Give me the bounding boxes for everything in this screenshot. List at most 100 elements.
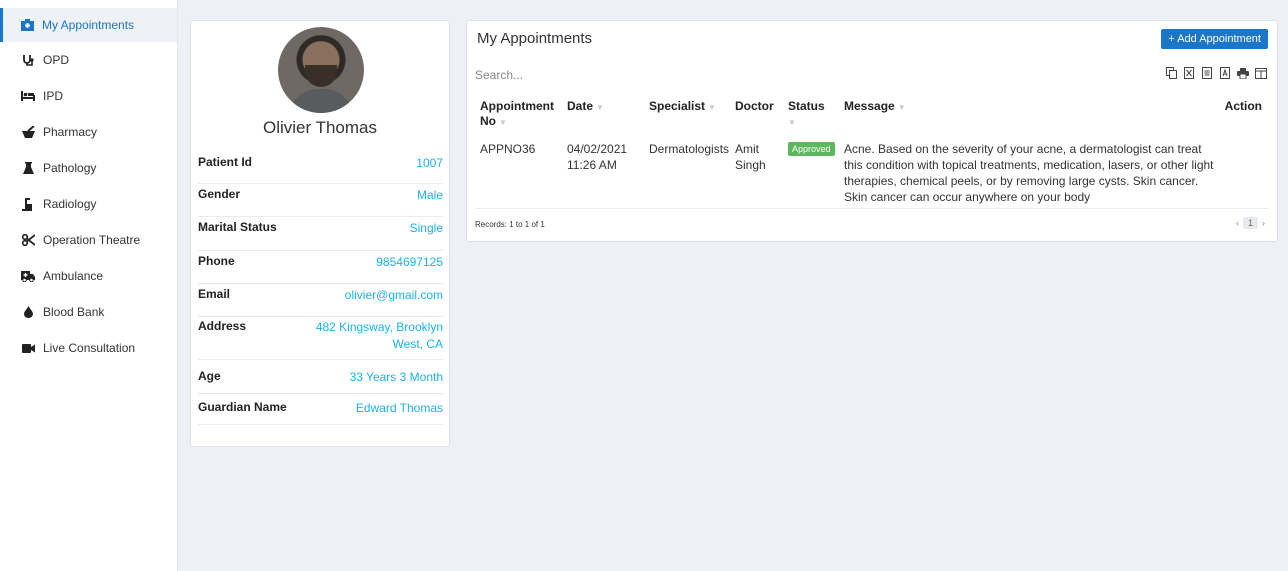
sidebar-item-pathology[interactable]: Pathology: [0, 150, 177, 186]
patient-profile-card: Olivier Thomas Patient Id 1007 Gender Ma…: [190, 20, 450, 447]
sidebar-item-label: Blood Bank: [43, 305, 105, 319]
field-value: 33 Years 3 Month: [349, 370, 443, 384]
records-info: Records: 1 to 1 of 1: [475, 220, 545, 229]
sidebar-item-live-consultation[interactable]: Live Consultation: [0, 330, 177, 366]
profile-row-phone: Phone 9854697125: [198, 251, 443, 284]
sort-icon: ▼: [499, 118, 507, 127]
cell-doctor: Amit Singh: [735, 142, 766, 172]
field-label: Address: [198, 319, 247, 333]
field-value: 9854697125: [376, 255, 443, 269]
field-label: Guardian Name: [198, 400, 287, 414]
profile-row-address: Address 482 Kingsway, Brooklyn West, CA: [198, 317, 443, 360]
field-value: 1007: [416, 156, 443, 170]
ambulance-icon: [21, 269, 35, 283]
patient-name: Olivier Thomas: [263, 118, 377, 137]
csv-icon[interactable]: [1201, 66, 1213, 80]
profile-row-email: Email olivier@gmail.com: [198, 284, 443, 317]
sort-icon: ▼: [596, 103, 604, 112]
xray-icon: [21, 197, 35, 211]
sidebar-item-ipd[interactable]: IPD: [0, 78, 177, 114]
column-label: Action: [1224, 99, 1262, 113]
copy-icon[interactable]: [1165, 66, 1177, 80]
bed-icon: [21, 89, 35, 103]
profile-row-age: Age 33 Years 3 Month: [198, 360, 443, 394]
column-header-message[interactable]: Message ▼: [844, 99, 906, 115]
column-header-doctor: Doctor: [735, 99, 774, 114]
mortar-pestle-icon: [21, 125, 35, 139]
stethoscope-icon: [21, 53, 35, 67]
sort-icon: ▼: [788, 118, 796, 127]
column-header-action: Action: [1225, 99, 1262, 114]
appointments-panel: My Appointments + Add Appointment Appoin…: [466, 20, 1278, 242]
pagination: ‹ 1 ›: [1236, 217, 1265, 229]
sidebar-item-label: Live Consultation: [43, 341, 136, 355]
pdf-icon[interactable]: [1219, 66, 1231, 80]
field-label: Email: [198, 287, 231, 301]
column-label: Specialist: [649, 99, 706, 113]
status-badge: Approved: [788, 142, 835, 156]
sidebar-item-opd[interactable]: OPD: [0, 42, 177, 78]
sidebar-item-blood-bank[interactable]: Blood Bank: [0, 294, 177, 330]
panel-title: My Appointments: [477, 30, 593, 47]
hospital-icon: [20, 18, 34, 32]
sidebar-item-label: Pharmacy: [43, 125, 98, 139]
column-label: Doctor: [735, 99, 774, 113]
column-label: Appointment No: [480, 99, 554, 128]
divider: [475, 208, 1269, 209]
column-label: Date: [567, 99, 594, 113]
sidebar-item-label: OPD: [43, 53, 70, 67]
field-value: Male: [416, 188, 443, 202]
sidebar-item-radiology[interactable]: Radiology: [0, 186, 177, 222]
profile-row-guardian-name: Guardian Name Edward Thomas: [198, 394, 443, 425]
video-camera-icon: [21, 341, 35, 355]
profile-row-gender: Gender Male: [198, 184, 443, 217]
sidebar-item-label: Pathology: [43, 161, 97, 175]
cell-specialist: Dermatologists: [649, 142, 730, 156]
field-label: Gender: [198, 187, 241, 201]
column-label: Message: [844, 99, 895, 113]
field-value: Edward Thomas: [355, 401, 443, 415]
sidebar-item-ambulance[interactable]: Ambulance: [0, 258, 177, 294]
column-header-date[interactable]: Date ▼: [567, 99, 604, 115]
field-label: Age: [198, 369, 221, 383]
field-value[interactable]: olivier@gmail.com: [313, 287, 443, 316]
table-toolbar: [1165, 66, 1267, 80]
field-label: Patient Id: [198, 155, 253, 169]
sort-icon: ▼: [708, 103, 716, 112]
blood-drop-icon: [21, 305, 35, 319]
flask-icon: [21, 161, 35, 175]
sidebar-item-pharmacy[interactable]: Pharmacy: [0, 114, 177, 150]
cell-date: 04/02/2021 11:26 AM: [567, 142, 628, 172]
sidebar-item-operation-theatre[interactable]: Operation Theatre: [0, 222, 177, 258]
sidebar-item-label: My Appointments: [42, 18, 135, 32]
column-label: Status: [788, 99, 825, 113]
excel-icon[interactable]: [1183, 66, 1195, 80]
page-number[interactable]: 1: [1242, 217, 1258, 229]
cell-appointment-no: APPNO36: [480, 142, 536, 156]
add-appointment-button[interactable]: + Add Appointment: [1161, 29, 1268, 49]
field-value: 482 Kingsway, Brooklyn West, CA: [315, 320, 443, 351]
profile-row-patient-id: Patient Id 1007: [198, 151, 443, 184]
column-header-status[interactable]: Status ▼: [788, 99, 828, 130]
cell-message: Acne. Based on the severity of your acne…: [844, 142, 1214, 204]
sidebar-item-my-appointments[interactable]: My Appointments: [0, 8, 177, 42]
avatar: [278, 27, 364, 113]
sidebar-item-label: Operation Theatre: [43, 233, 141, 247]
columns-icon[interactable]: [1255, 66, 1267, 80]
column-header-specialist[interactable]: Specialist ▼: [649, 99, 716, 115]
sidebar: My Appointments OPD IPD Pharmacy Patholo…: [0, 0, 178, 571]
sort-icon: ▼: [897, 103, 906, 112]
profile-row-marital-status: Marital Status Single: [198, 217, 443, 251]
field-label: Marital Status: [198, 220, 277, 234]
prev-page-icon[interactable]: ‹: [1236, 218, 1239, 228]
next-page-icon[interactable]: ›: [1262, 218, 1265, 228]
print-icon[interactable]: [1237, 66, 1249, 80]
sidebar-item-label: Ambulance: [43, 269, 104, 283]
column-header-appointment-no[interactable]: Appointment No ▼: [480, 99, 560, 130]
sidebar-item-label: IPD: [43, 89, 64, 103]
field-value: Single: [409, 221, 443, 235]
search-input[interactable]: [475, 66, 675, 84]
scissors-icon: [21, 233, 35, 247]
sidebar-item-label: Radiology: [43, 197, 97, 211]
field-label: Phone: [198, 254, 235, 268]
